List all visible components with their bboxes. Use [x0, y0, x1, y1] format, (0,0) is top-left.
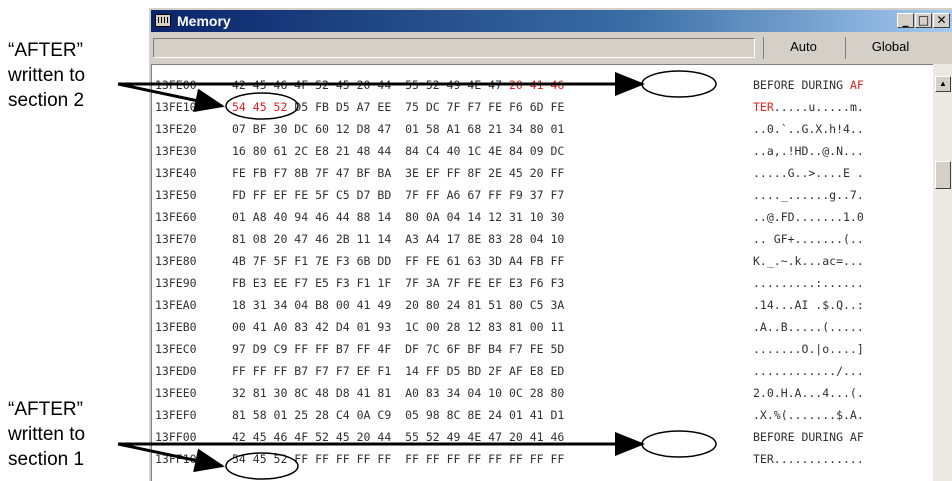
highlight-ellipse	[225, 92, 299, 120]
highlight-ellipse	[641, 70, 717, 98]
highlight-ellipse	[641, 430, 717, 458]
annotation-overlay	[117, 70, 717, 480]
arrow-bottom-to-start	[117, 442, 225, 473]
arrow-top-to-start	[117, 82, 225, 113]
highlight-ellipse	[225, 452, 299, 480]
